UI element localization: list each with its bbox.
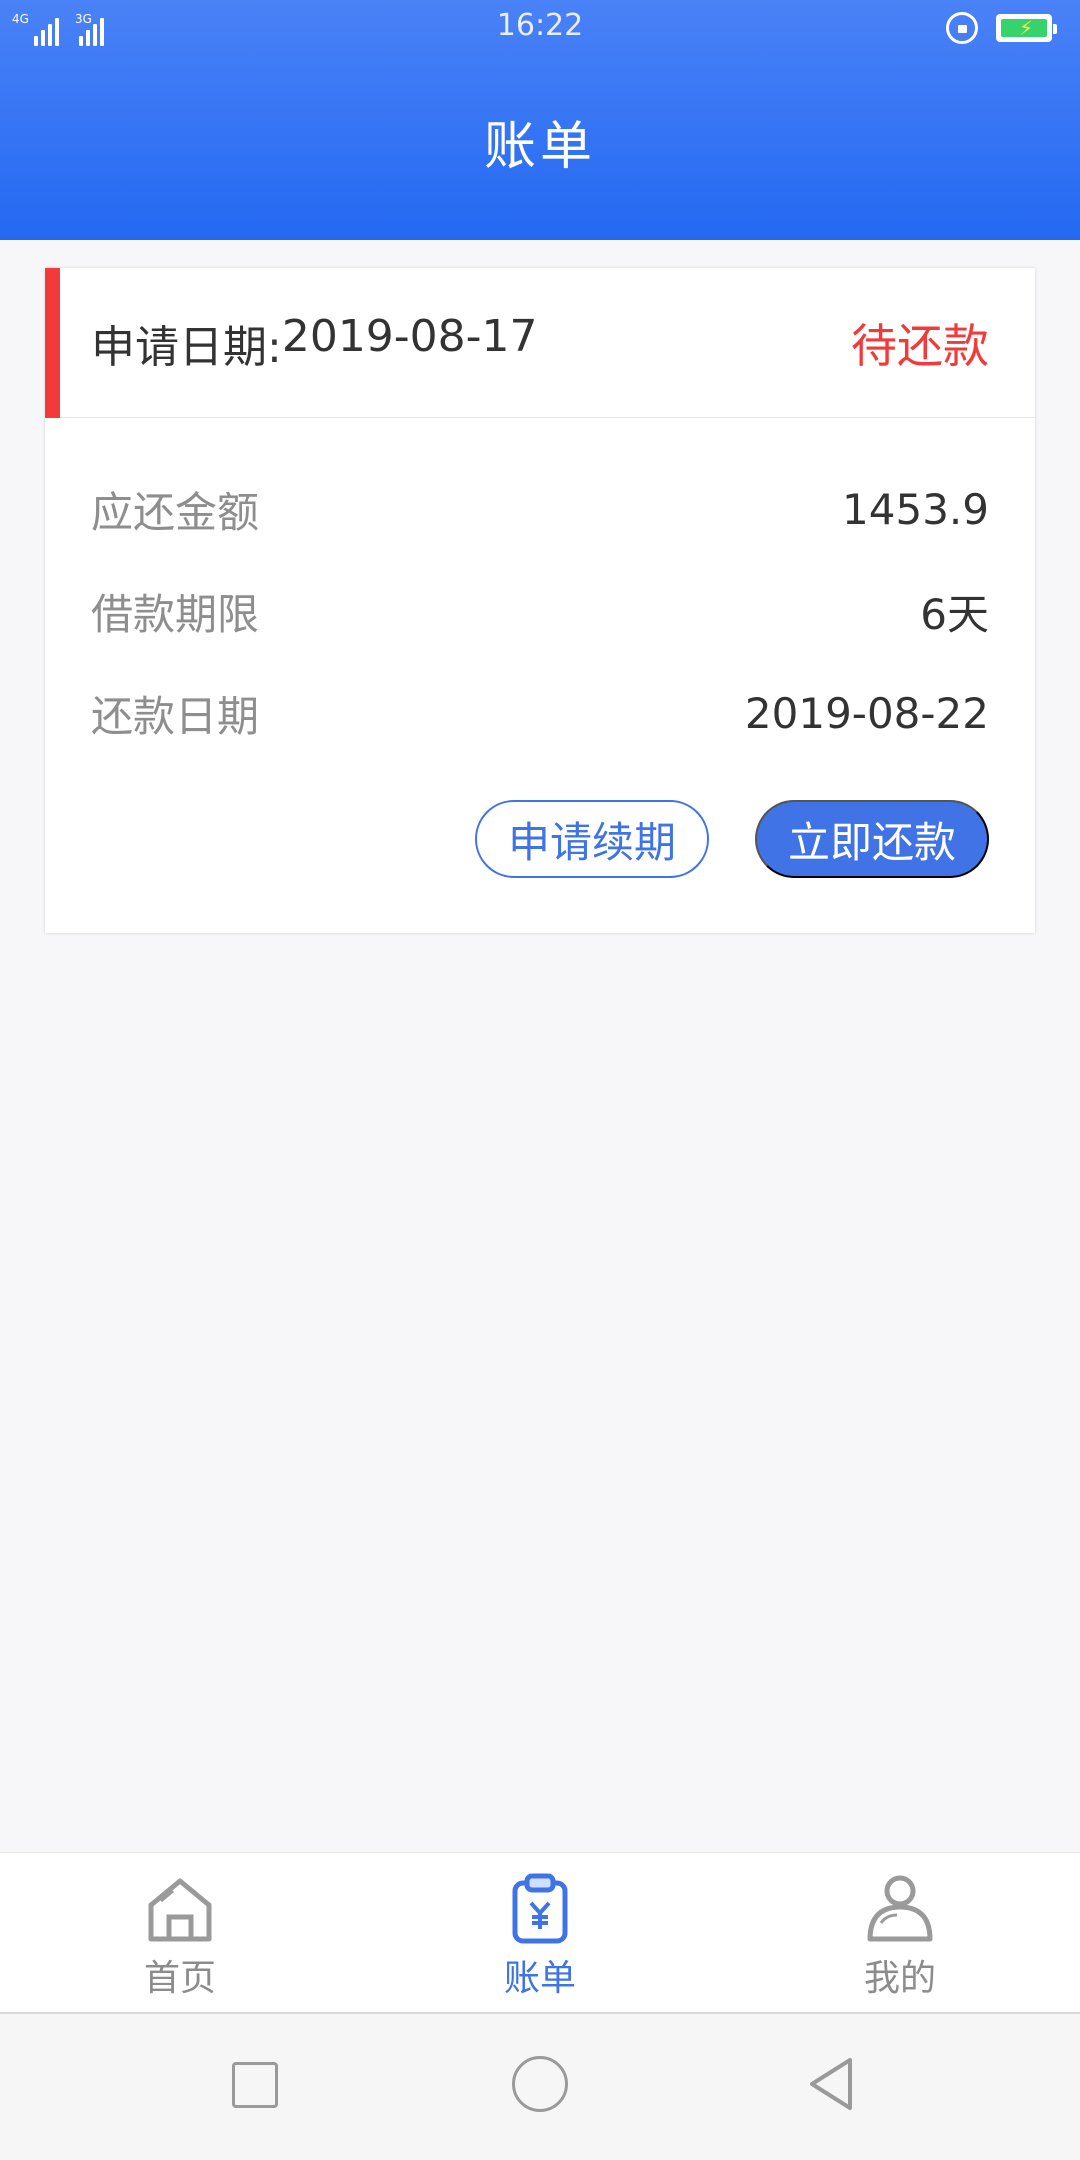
tab-label: 首页 bbox=[143, 1958, 216, 1999]
renew-button[interactable]: 申请续期 bbox=[475, 800, 709, 878]
battery-charging-icon: ⚡ bbox=[996, 14, 1057, 42]
amount-label: 应还金额 bbox=[91, 487, 260, 537]
status-accent-bar bbox=[45, 268, 60, 418]
status-bar: 4G 3G 16:22 ⚡ bbox=[0, 0, 1080, 56]
tab-mine[interactable]: 我的 bbox=[720, 1853, 1080, 2012]
bottom-tab-bar: 首页 账单 我的 bbox=[0, 1852, 1080, 2012]
apply-date-label: 申请日期: bbox=[91, 321, 282, 373]
tab-label: 账单 bbox=[503, 1958, 576, 1999]
rotation-lock-icon bbox=[946, 12, 978, 44]
status-time: 16:22 bbox=[496, 8, 584, 43]
back-icon[interactable] bbox=[806, 2054, 856, 2114]
bill-details: 应还金额 1453.9 借款期限 6天 还款日期 2019-08-22 bbox=[45, 418, 1035, 764]
bill-status: 待还款 bbox=[851, 318, 989, 373]
tab-bill[interactable]: 账单 bbox=[360, 1853, 720, 2012]
tab-home[interactable]: 首页 bbox=[0, 1853, 360, 2012]
bill-icon bbox=[512, 1873, 568, 1944]
apply-date: 申请日期: 2019-08-17 bbox=[91, 311, 538, 375]
apply-date-value: 2019-08-17 bbox=[281, 310, 538, 362]
due-date-value: 2019-08-22 bbox=[744, 688, 989, 738]
page-title: 账单 bbox=[483, 117, 596, 177]
due-date-label: 还款日期 bbox=[91, 691, 260, 741]
header: 4G 3G 16:22 ⚡ 账单 bbox=[0, 0, 1080, 240]
repay-button[interactable]: 立即还款 bbox=[755, 800, 989, 878]
recent-apps-icon[interactable] bbox=[232, 2062, 278, 2108]
home-icon bbox=[148, 1878, 212, 1942]
tab-label: 我的 bbox=[863, 1958, 936, 1999]
bill-card: 申请日期: 2019-08-17 待还款 应还金额 1453.9 借款期限 6天… bbox=[45, 268, 1035, 933]
android-nav-bar bbox=[0, 2012, 1080, 2160]
term-label: 借款期限 bbox=[91, 589, 260, 639]
home-circle-icon[interactable] bbox=[512, 2056, 568, 2112]
bill-card-header: 申请日期: 2019-08-17 待还款 bbox=[45, 268, 1035, 418]
detail-row-amount: 应还金额 1453.9 bbox=[91, 458, 989, 560]
bill-actions: 申请续期 立即还款 bbox=[475, 800, 989, 878]
detail-row-due-date: 还款日期 2019-08-22 bbox=[91, 662, 989, 764]
detail-row-term: 借款期限 6天 bbox=[91, 560, 989, 662]
status-icons: ⚡ bbox=[946, 12, 1057, 44]
term-value: 6天 bbox=[920, 589, 989, 639]
amount-value: 1453.9 bbox=[842, 484, 989, 534]
profile-icon bbox=[867, 1875, 933, 1942]
